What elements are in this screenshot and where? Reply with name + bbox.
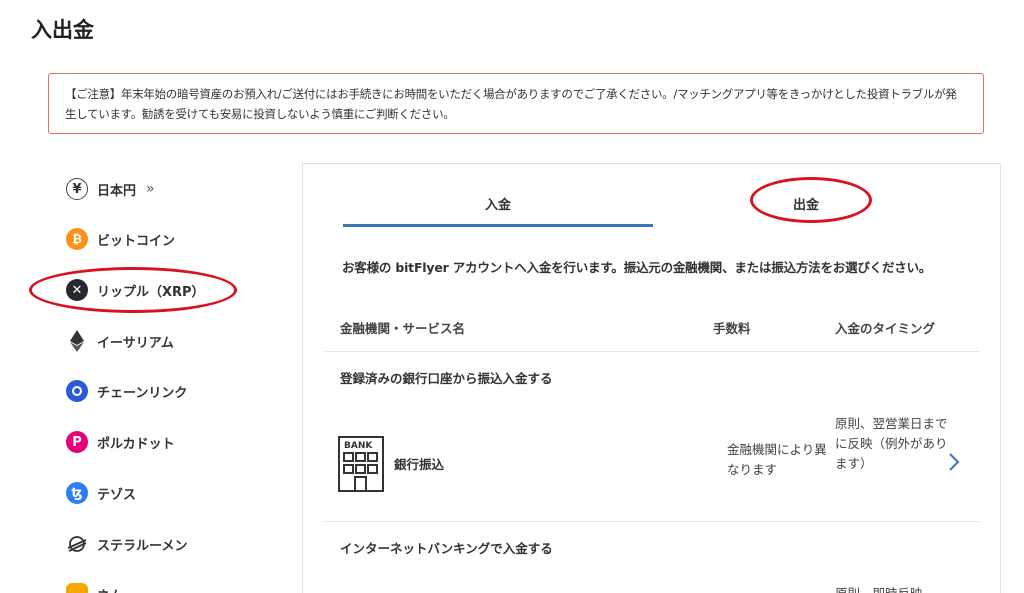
section-title: インターネットバンキングで入金する	[340, 541, 553, 556]
bitcoin-icon: ₿	[66, 228, 88, 250]
tab-deposit[interactable]: 入金	[343, 194, 653, 213]
sidebar-item-label: チェーンリンク	[97, 385, 188, 401]
sidebar-item-label: テゾス	[97, 487, 137, 503]
sidebar-item-tezos[interactable]: ꜩ テゾス	[66, 480, 136, 506]
sidebar-item-stellar[interactable]: ステラルーメン	[66, 531, 187, 557]
column-header-fee: 手数料	[713, 321, 751, 336]
sidebar-item-polkadot[interactable]: P ポルカドット	[66, 429, 175, 455]
chainlink-icon	[66, 380, 88, 402]
yen-icon: ¥	[66, 178, 88, 200]
sidebar-item-label: イーサリアム	[97, 335, 174, 351]
column-header-timing: 入金のタイミング	[835, 321, 936, 336]
sidebar-item-label: 日本円	[97, 183, 137, 199]
svg-text:BANK: BANK	[344, 441, 373, 451]
method-name: 銀行振込	[394, 457, 445, 472]
sidebar-item-label: ステラルーメン	[97, 538, 188, 554]
sidebar-item-jpy[interactable]: ¥ 日本円 »	[66, 176, 155, 202]
chevron-double-right-icon: »	[146, 181, 155, 197]
sidebar-item-label: リップル（XRP）	[97, 284, 205, 300]
timing-value: 原則、翌営業日までに反映（例外があります）	[835, 416, 948, 471]
column-header-service: 金融機関・サービス名	[340, 321, 466, 336]
sidebar-item-chainlink[interactable]: チェーンリンク	[66, 378, 187, 404]
tezos-icon: ꜩ	[66, 482, 88, 504]
sidebar-item-ethereum[interactable]: イーサリアム	[66, 328, 174, 354]
sidebar-item-bitcoin[interactable]: ₿ ビットコイン	[66, 226, 175, 252]
sidebar-item-label: ビットコイン	[97, 233, 176, 249]
section-title: 登録済みの銀行口座から振込入金する	[340, 371, 553, 386]
page-title: 入出金	[31, 18, 94, 42]
polkadot-icon: P	[66, 431, 88, 453]
notice-banner: 【ご注意】年末年始の暗号資産のお預入れ/ご送付にはお手続きにお時間をいただく場合…	[48, 73, 984, 134]
bank-transfer-row[interactable]: BANK 銀行振込 金融機関により異なります 原則、翌営業日までに反映（例外があ…	[325, 414, 980, 524]
chevron-right-icon	[949, 453, 960, 471]
sidebar-item-nem[interactable]: ネム	[66, 581, 123, 593]
ethereum-icon	[66, 330, 88, 352]
active-tab-indicator	[343, 224, 653, 227]
deposit-panel: 入金 出金 お客様の bitFlyer アカウントへ入金を行います。振込元の金融…	[302, 163, 1001, 593]
nem-icon	[66, 583, 88, 593]
tab-withdraw[interactable]: 出金	[651, 194, 961, 213]
sidebar-item-xrp[interactable]: ✕ リップル（XRP）	[66, 277, 205, 303]
deposit-instructions: お客様の bitFlyer アカウントへ入金を行います。振込元の金融機関、または…	[342, 260, 932, 275]
currency-sidebar: ¥ 日本円 » ₿ ビットコイン ✕ リップル（XRP） イーサリアム チェーン…	[0, 162, 300, 593]
bank-icon: BANK	[338, 436, 384, 492]
sidebar-item-label: ポルカドット	[97, 436, 175, 452]
xrp-icon: ✕	[66, 279, 88, 301]
sidebar-item-label: ネム	[97, 585, 123, 593]
divider	[325, 351, 980, 352]
stellar-icon	[66, 533, 88, 555]
fee-value: 金融機関により異なります	[727, 442, 827, 477]
timing-value: 原則、即時反映	[835, 584, 950, 593]
divider	[325, 521, 980, 522]
